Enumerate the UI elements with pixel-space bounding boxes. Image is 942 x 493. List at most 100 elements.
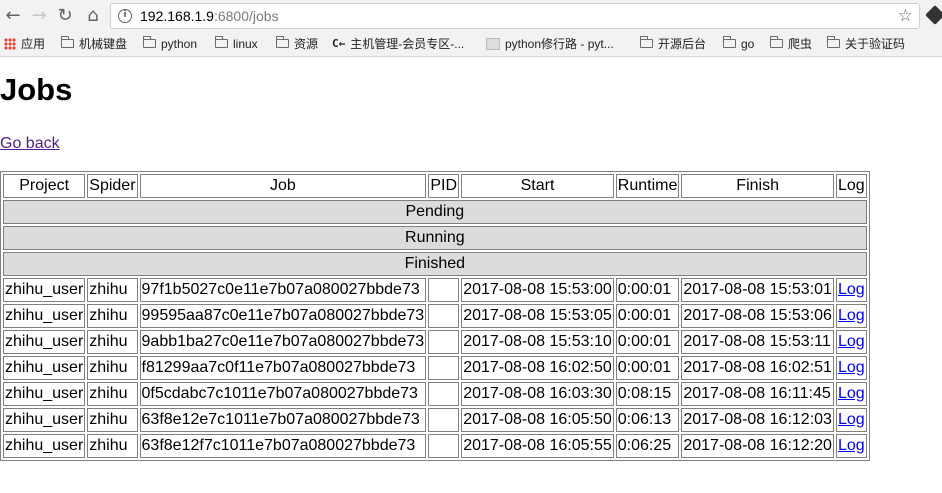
folder-icon	[723, 36, 736, 49]
folder-icon	[640, 36, 653, 49]
bookmark-site[interactable]: C← 主机管理-会员专区-...	[332, 32, 464, 56]
cell-runtime: 0:00:01	[615, 278, 680, 302]
cell-job-id: 9abb1ba27c0e11e7b07a080027bbde73	[139, 330, 427, 354]
log-link[interactable]: Log	[838, 359, 865, 376]
section-running: Running	[3, 226, 867, 250]
bookmark-folder[interactable]: 机械键盘	[61, 32, 127, 56]
table-row: zhihu_user zhihu 97f1b5027c0e11e7b07a08002…	[3, 278, 867, 302]
cell-project: zhihu_user	[3, 278, 86, 302]
url-host: 192.168.1.9	[140, 8, 214, 24]
cell-spider: zhihu	[87, 356, 138, 380]
cell-runtime: 0:00:01	[615, 356, 680, 380]
bookmark-apps[interactable]: 应用	[4, 32, 45, 56]
cell-job-id: 0f5cdabc7c1011e7b07a080027bbde73	[139, 382, 427, 406]
cell-spider: zhihu	[87, 434, 138, 458]
bookmark-label: 主机管理-会员专区-...	[350, 37, 465, 51]
cell-job-id: 63f8e12f7c1011e7b07a080027bbde73	[139, 434, 427, 458]
cell-spider: zhihu	[87, 408, 138, 432]
apps-grid-icon	[4, 37, 16, 50]
bookmark-folder[interactable]: linux	[215, 32, 258, 56]
forward-arrow-icon[interactable]: →	[28, 5, 50, 27]
bookmark-folder[interactable]: 资源	[276, 32, 318, 56]
folder-icon	[770, 36, 783, 49]
bookmark-label: go	[741, 37, 755, 51]
log-link[interactable]: Log	[838, 307, 865, 324]
header-pid: PID	[428, 174, 460, 198]
cell-start: 2017-08-08 15:53:00	[461, 278, 614, 302]
folder-icon	[143, 36, 156, 49]
header-log: Log	[835, 174, 867, 198]
section-row-pending: Pending	[3, 200, 867, 224]
bookmarks-bar: 应用 机械键盘 python linux 资源 C← 主机管理-会员专区-... …	[0, 32, 942, 57]
section-row-running: Running	[3, 226, 867, 250]
cell-spider: zhihu	[87, 330, 138, 354]
cell-job-id: 97f1b5027c0e11e7b07a080027bbde73	[139, 278, 427, 302]
bookmark-folder[interactable]: 关于验证码	[827, 32, 905, 56]
back-arrow-icon[interactable]: ←	[2, 5, 24, 27]
cell-spider: zhihu	[87, 304, 138, 328]
bookmark-label: linux	[233, 37, 258, 51]
site-favicon	[486, 37, 500, 50]
cell-start: 2017-08-08 16:05:55	[461, 434, 614, 458]
bookmark-label: 爬虫	[788, 37, 813, 51]
bookmark-folder[interactable]: python	[143, 32, 197, 56]
cell-finish: 2017-08-08 15:53:06	[681, 304, 834, 328]
cell-start: 2017-08-08 16:02:50	[461, 356, 614, 380]
folder-icon	[215, 36, 228, 49]
cell-log: Log	[835, 304, 867, 328]
section-finished: Finished	[3, 252, 867, 276]
site-favicon: C←	[332, 36, 346, 50]
cell-finish: 2017-08-08 16:11:45	[681, 382, 834, 406]
info-icon[interactable]: i	[118, 9, 132, 23]
bookmark-site[interactable]: python修行路 - pyt...	[486, 32, 614, 56]
bookmark-folder[interactable]: 开源后台	[640, 32, 706, 56]
browser-toolbar: ← → ↻ ⌂ i 192.168.1.9:6800/jobs ☆	[0, 0, 942, 32]
header-finish: Finish	[681, 174, 834, 198]
log-link[interactable]: Log	[838, 411, 865, 428]
header-runtime: Runtime	[615, 174, 680, 198]
log-link[interactable]: Log	[838, 333, 865, 350]
table-row: zhihu_user zhihu 0f5cdabc7c1011e7b07a08002…	[3, 382, 867, 406]
bookmark-label: 开源后台	[658, 37, 707, 51]
bookmark-folder[interactable]: go	[723, 32, 754, 56]
cell-finish: 2017-08-08 16:12:20	[681, 434, 834, 458]
cell-pid	[428, 304, 460, 328]
bookmark-label: 资源	[294, 37, 319, 51]
bookmark-label: 应用	[21, 37, 46, 51]
reload-icon[interactable]: ↻	[54, 5, 76, 27]
folder-icon	[61, 36, 74, 49]
cell-start: 2017-08-08 16:05:50	[461, 408, 614, 432]
cell-runtime: 0:00:01	[615, 330, 680, 354]
bookmark-label: 机械键盘	[79, 37, 128, 51]
cell-job-id: f81299aa7c0f11e7b07a080027bbde73	[139, 356, 427, 380]
section-pending: Pending	[3, 200, 867, 224]
log-link[interactable]: Log	[838, 437, 865, 454]
cell-job-id: 63f8e12e7c1011e7b07a080027bbde73	[139, 408, 427, 432]
log-link[interactable]: Log	[838, 281, 865, 298]
cell-project: zhihu_user	[3, 434, 86, 458]
cell-spider: zhihu	[87, 278, 138, 302]
go-back-link[interactable]: Go back	[0, 134, 60, 154]
cell-log: Log	[835, 356, 867, 380]
log-link[interactable]: Log	[838, 385, 865, 402]
cell-pid	[428, 408, 460, 432]
cell-runtime: 0:00:01	[615, 304, 680, 328]
cell-job-id: 99595aa87c0e11e7b07a080027bbde73	[139, 304, 427, 328]
home-icon[interactable]: ⌂	[82, 5, 104, 27]
cell-start: 2017-08-08 15:53:10	[461, 330, 614, 354]
bookmark-label: python修行路 - pyt...	[505, 37, 614, 51]
cell-project: zhihu_user	[3, 356, 86, 380]
header-start: Start	[461, 174, 614, 198]
jobs-table: Project Spider Job PID Start Runtime Fin…	[0, 171, 870, 461]
cell-runtime: 0:06:13	[615, 408, 680, 432]
bookmark-folder[interactable]: 爬虫	[770, 32, 812, 56]
address-bar[interactable]: i 192.168.1.9:6800/jobs ☆	[110, 3, 920, 29]
extension-icon[interactable]	[925, 5, 942, 25]
table-row: zhihu_user zhihu f81299aa7c0f11e7b07a08002…	[3, 356, 867, 380]
url-text[interactable]: 192.168.1.9:6800/jobs	[140, 8, 279, 25]
cell-pid	[428, 330, 460, 354]
cell-runtime: 0:06:25	[615, 434, 680, 458]
bookmark-star-icon[interactable]: ☆	[898, 6, 913, 26]
header-spider: Spider	[87, 174, 138, 198]
cell-runtime: 0:08:15	[615, 382, 680, 406]
